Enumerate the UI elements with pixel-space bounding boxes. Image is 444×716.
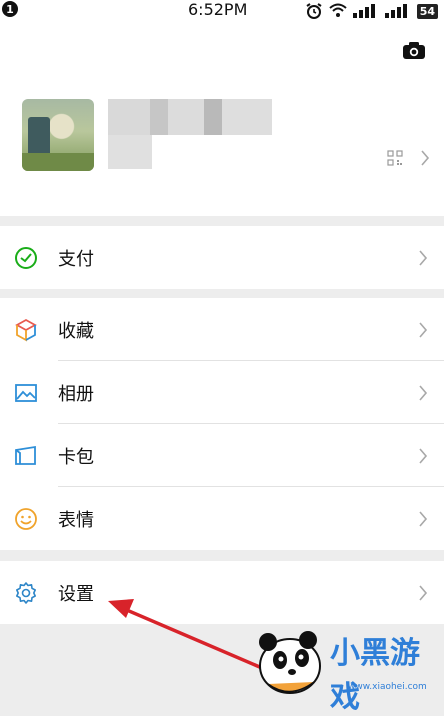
watermark-logo: 小黑游戏 www.xiaohei.com [250,622,444,715]
status-bar: 1 6:52PM 54 [0,0,444,22]
chevron-right-icon [419,249,428,266]
menu-label-pay: 支付 [58,248,94,270]
battery-level: 54 [416,3,438,19]
wallet-icon [15,246,37,269]
gear-icon [16,581,36,604]
panda-icon [259,631,321,694]
watermark-url: www.xiaohei.com [348,682,427,692]
signal-icon [352,4,375,18]
smiley-icon [15,507,37,530]
image-icon [15,383,37,402]
wifi-icon [329,3,347,17]
menu-item-pay[interactable]: 支付 [0,226,444,289]
qr-code-icon[interactable] [387,150,403,166]
menu-item-cards[interactable]: 卡包 [0,424,444,487]
menu-label-favorites: 收藏 [58,320,94,342]
menu-item-album[interactable]: 相册 [0,361,444,424]
menu-group-settings: 设置 [0,561,444,624]
signal-icon [384,4,407,18]
chevron-right-icon [419,510,428,527]
card-wallet-icon [15,445,36,465]
qr-code-row[interactable] [387,150,430,166]
notification-badge: 1 [2,1,18,17]
alarm-icon [306,3,322,19]
menu-group-pay: 支付 [0,226,444,289]
chevron-right-icon [419,584,428,601]
menu-label-album: 相册 [58,383,94,405]
favorites-cube-icon [15,318,37,342]
avatar[interactable] [22,99,94,171]
menu-label-cards: 卡包 [58,446,94,468]
status-icons: 54 [305,2,438,20]
profile-header[interactable] [0,22,444,216]
menu-item-stickers[interactable]: 表情 [0,487,444,550]
camera-icon[interactable] [402,40,426,60]
chevron-right-icon [419,447,428,464]
chevron-right-icon [419,384,428,401]
status-time: 6:52PM [188,0,248,19]
watermark-text: 小黑游戏 [330,636,420,715]
menu-item-settings[interactable]: 设置 [0,561,444,624]
menu-item-favorites[interactable]: 收藏 [0,298,444,361]
chevron-right-icon [419,321,428,338]
chevron-right-icon [421,150,430,166]
menu-label-stickers: 表情 [58,509,94,531]
menu-label-settings: 设置 [58,583,94,605]
menu-group-main: 收藏 相册 卡包 表情 [0,298,444,550]
